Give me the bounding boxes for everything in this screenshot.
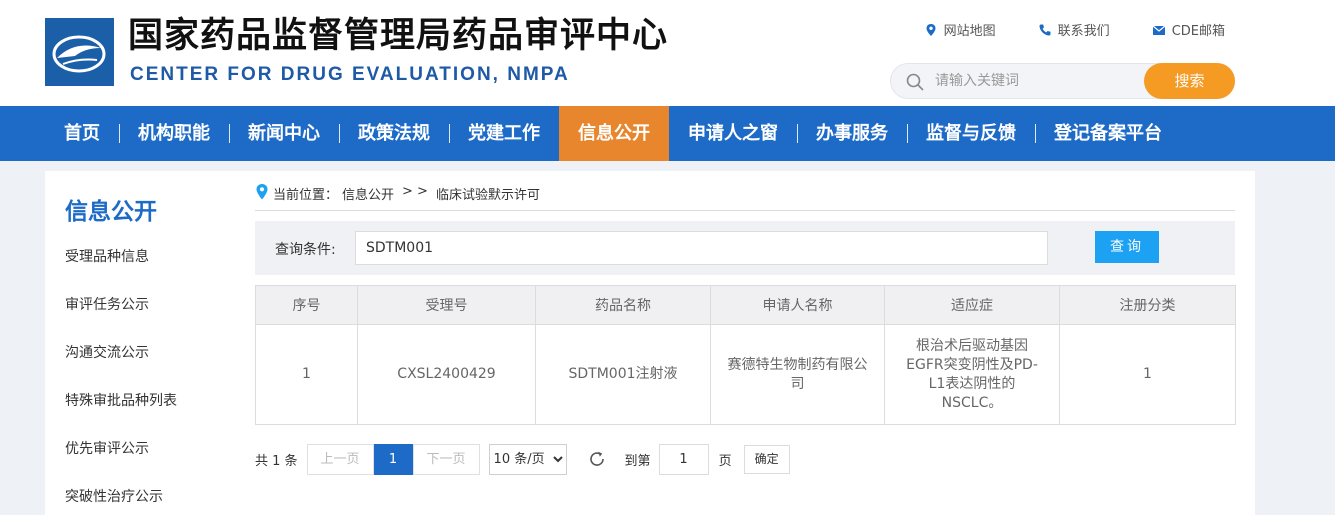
nav-item-services[interactable]: 办事服务 — [797, 106, 907, 161]
breadcrumb-current: 临床试验默示许可 — [435, 188, 540, 203]
goto-confirm-button[interactable]: 确定 — [743, 444, 790, 474]
breadcrumb-prefix: 当前位置： — [273, 188, 339, 203]
col-header-drug-name: 药品名称 — [535, 285, 711, 325]
cell-drug-name: SDTM001注射液 — [535, 324, 711, 425]
table-row: 1 CXSL2400429 SDTM001注射液 赛德特生物制药有限公司 根治术… — [255, 324, 1236, 425]
cell-registration-class: 1 — [1059, 324, 1236, 425]
query-input[interactable] — [355, 231, 1048, 265]
breadcrumb-separator: > > — [402, 184, 428, 199]
sitemap-link[interactable]: 网站地图 — [924, 20, 996, 39]
search-input[interactable] — [935, 70, 1135, 92]
col-header-acceptance-no: 受理号 — [357, 285, 536, 325]
results-table: 序号 受理号 药品名称 申请人名称 适应症 注册分类 1 CXSL2400429… — [255, 285, 1236, 425]
query-bar: 查询条件: 查询 — [255, 221, 1235, 275]
nav-item-news[interactable]: 新闻中心 — [229, 106, 339, 161]
query-button[interactable]: 查询 — [1095, 231, 1159, 263]
goto-page-input[interactable] — [658, 443, 709, 475]
page-unit-label: 页 — [718, 453, 732, 469]
sidebar-item-accepted-varieties[interactable]: 受理品种信息 — [45, 233, 235, 281]
sidebar-item-priority-review[interactable]: 优先审评公示 — [45, 425, 235, 473]
next-page-button[interactable]: 下一页 — [412, 443, 480, 475]
contact-link[interactable]: 联系我们 — [1038, 20, 1110, 39]
site-search: 搜索 — [890, 63, 1235, 99]
prev-page-button[interactable]: 上一页 — [306, 443, 374, 475]
col-header-registration-class: 注册分类 — [1059, 285, 1236, 325]
col-header-index: 序号 — [255, 285, 358, 325]
sidebar: 信息公开 受理品种信息 审评任务公示 沟通交流公示 特殊审批品种列表 优先审评公… — [45, 171, 235, 515]
cell-acceptance-no: CXSL2400429 — [357, 324, 536, 425]
mail-icon — [1152, 25, 1166, 35]
map-pin-icon — [926, 23, 936, 36]
nav-item-policies[interactable]: 政策法规 — [339, 106, 449, 161]
site-header: 国家药品监督管理局药品审评中心 CENTER FOR DRUG EVALUATI… — [0, 0, 1335, 106]
mail-link[interactable]: CDE邮箱 — [1152, 20, 1225, 39]
cell-index: 1 — [255, 324, 358, 425]
goto-label: 到第 — [624, 453, 651, 469]
mail-label: CDE邮箱 — [1171, 24, 1225, 39]
search-icon — [906, 73, 924, 91]
refresh-icon[interactable] — [587, 449, 607, 469]
site-title-cn: 国家药品监督管理局药品审评中心 — [128, 16, 669, 56]
pagination: 共 1 条 上一页 1 下一页 10 条/页 到第 页 确定 — [255, 443, 790, 475]
nav-item-info-disclosure[interactable]: 信息公开 — [559, 106, 669, 161]
search-button[interactable]: 搜索 — [1144, 63, 1235, 99]
nav-item-party[interactable]: 党建工作 — [449, 106, 559, 161]
col-header-applicant: 申请人名称 — [710, 285, 885, 325]
cde-logo[interactable] — [45, 18, 114, 86]
sidebar-item-special-approval[interactable]: 特殊审批品种列表 — [45, 377, 235, 425]
contact-label: 联系我们 — [1057, 24, 1110, 39]
table-header-row: 序号 受理号 药品名称 申请人名称 适应症 注册分类 — [255, 285, 1236, 325]
page-size-select[interactable]: 10 条/页 — [488, 443, 567, 475]
main-content: 当前位置： 信息公开 > > 临床试验默示许可 查询条件: 查询 序号 受理号 … — [235, 171, 1255, 515]
col-header-indication: 适应症 — [884, 285, 1060, 325]
breadcrumb-info-disclosure[interactable]: 信息公开 — [342, 184, 394, 203]
nav-item-registration[interactable]: 登记备案平台 — [1035, 106, 1181, 161]
nav-item-home[interactable]: 首页 — [45, 106, 119, 161]
sidebar-item-review-tasks[interactable]: 审评任务公示 — [45, 281, 235, 329]
nav-item-supervision[interactable]: 监督与反馈 — [907, 106, 1035, 161]
sitemap-label: 网站地图 — [943, 24, 996, 39]
sidebar-item-breakthrough[interactable]: 突破性治疗公示 — [45, 473, 235, 515]
current-page-button[interactable]: 1 — [373, 443, 413, 475]
query-label: 查询条件: — [275, 242, 336, 258]
logo-emblem-icon — [45, 18, 114, 86]
breadcrumb: 当前位置： 信息公开 > > 临床试验默示许可 — [255, 184, 1235, 211]
phone-icon — [1039, 24, 1051, 36]
nav-item-functions[interactable]: 机构职能 — [119, 106, 229, 161]
location-pin-icon — [256, 184, 268, 200]
sidebar-item-communication[interactable]: 沟通交流公示 — [45, 329, 235, 377]
site-title-en: CENTER FOR DRUG EVALUATION, NMPA — [130, 64, 570, 85]
sidebar-title: 信息公开 — [65, 199, 157, 225]
main-nav: 首页 机构职能 新闻中心 政策法规 党建工作 信息公开 申请人之窗 办事服务 监… — [0, 106, 1335, 161]
top-links: 网站地图 联系我们 CDE邮箱 — [924, 20, 1225, 39]
cell-indication: 根治术后驱动基因EGFR突变阴性及PD-L1表达阴性的NSCLC。 — [884, 324, 1060, 425]
nav-item-applicant[interactable]: 申请人之窗 — [669, 106, 797, 161]
cell-applicant: 赛德特生物制药有限公司 — [710, 324, 885, 425]
pagination-total: 共 1 条 — [255, 453, 298, 469]
